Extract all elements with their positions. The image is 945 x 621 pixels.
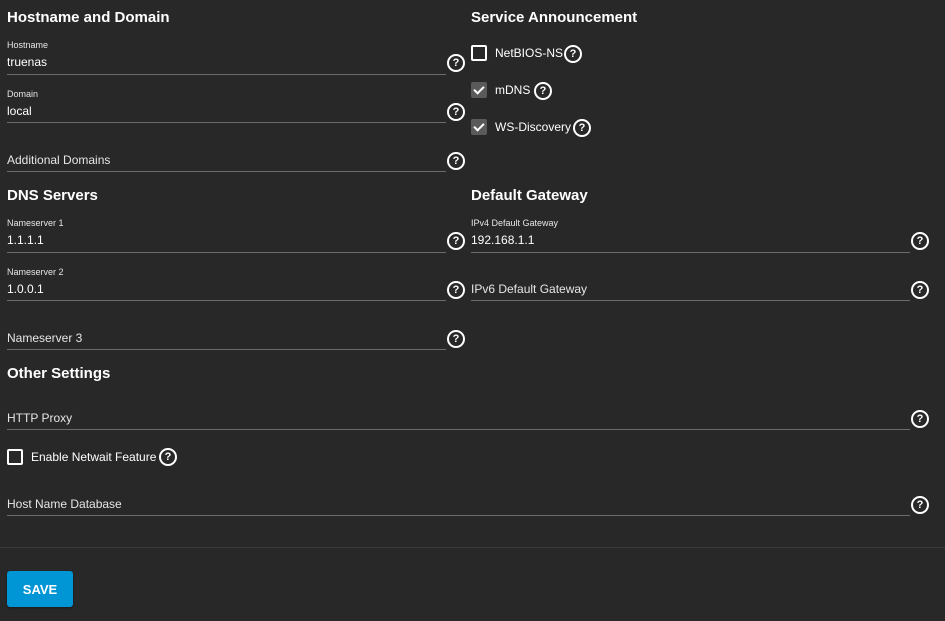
mdns-label[interactable]: mDNS (495, 83, 530, 97)
hostname-input[interactable]: truenas (7, 55, 47, 69)
hostname-underline (7, 74, 446, 75)
netbios-ns-checkbox[interactable] (471, 45, 487, 61)
ipv4-gateway-field[interactable]: IPv4 Default Gateway 192.168.1.1 (471, 216, 911, 254)
ipv6-gateway-field[interactable]: IPv6 Default Gateway (471, 279, 911, 303)
help-icon[interactable]: ? (911, 410, 929, 428)
netbios-ns-label[interactable]: NetBIOS-NS (495, 46, 563, 60)
section-title-hostname-domain: Hostname and Domain (7, 9, 170, 26)
nameserver-1-input[interactable]: 1.1.1.1 (7, 233, 44, 247)
http-proxy-input[interactable]: HTTP Proxy (7, 411, 72, 425)
additional-domains-input[interactable]: Additional Domains (7, 153, 110, 167)
http-proxy-underline (7, 429, 910, 430)
ws-discovery-label[interactable]: WS-Discovery (495, 120, 571, 134)
ipv4-gateway-underline (471, 252, 910, 253)
section-title-service-announcement: Service Announcement (471, 9, 638, 26)
help-icon[interactable]: ? (447, 281, 465, 299)
save-button[interactable]: SAVE (7, 571, 73, 607)
section-title-dns-servers: DNS Servers (7, 187, 98, 204)
hostname-label: Hostname (7, 40, 49, 50)
help-icon[interactable]: ? (447, 54, 465, 72)
nameserver-2-input[interactable]: 1.0.0.1 (7, 282, 44, 296)
section-title-other-settings: Other Settings (7, 365, 111, 382)
mdns-checkbox[interactable] (471, 82, 487, 98)
help-icon[interactable]: ? (911, 232, 929, 250)
host-name-database-underline (7, 515, 910, 516)
nameserver-3-underline (7, 349, 446, 350)
domain-label: Domain (7, 89, 39, 99)
nameserver-1-label: Nameserver 1 (7, 218, 64, 228)
nameserver-1-field[interactable]: Nameserver 1 1.1.1.1 (7, 216, 447, 254)
ipv6-gateway-input[interactable]: IPv6 Default Gateway (471, 282, 587, 296)
domain-input[interactable]: local (7, 104, 32, 118)
additional-domains-underline (7, 171, 446, 172)
domain-underline (7, 122, 446, 123)
host-name-database-field[interactable]: Host Name Database (7, 494, 911, 518)
ipv4-gateway-label: IPv4 Default Gateway (471, 218, 559, 228)
help-icon[interactable]: ? (534, 82, 552, 100)
domain-field[interactable]: Domain local (7, 87, 447, 125)
netwait-checkbox[interactable] (7, 449, 23, 465)
http-proxy-field[interactable]: HTTP Proxy (7, 408, 911, 432)
nameserver-3-field[interactable]: Nameserver 3 (7, 328, 447, 352)
nameserver-1-underline (7, 252, 446, 253)
help-icon[interactable]: ? (911, 496, 929, 514)
nameserver-2-label: Nameserver 2 (7, 267, 64, 277)
additional-domains-field[interactable]: Additional Domains (7, 150, 447, 174)
host-name-database-input[interactable]: Host Name Database (7, 497, 122, 511)
netwait-label[interactable]: Enable Netwait Feature (31, 450, 156, 464)
help-icon[interactable]: ? (447, 232, 465, 250)
ipv4-gateway-input[interactable]: 192.168.1.1 (471, 233, 534, 247)
nameserver-3-input[interactable]: Nameserver 3 (7, 331, 82, 345)
help-icon[interactable]: ? (447, 152, 465, 170)
ws-discovery-checkbox[interactable] (471, 119, 487, 135)
nameserver-2-field[interactable]: Nameserver 2 1.0.0.1 (7, 265, 447, 303)
ipv6-gateway-underline (471, 300, 910, 301)
help-icon[interactable]: ? (564, 45, 582, 63)
help-icon[interactable]: ? (159, 448, 177, 466)
section-title-default-gateway: Default Gateway (471, 187, 588, 204)
help-icon[interactable]: ? (911, 281, 929, 299)
nameserver-2-underline (7, 300, 446, 301)
hostname-field[interactable]: Hostname truenas (7, 38, 447, 76)
help-icon[interactable]: ? (447, 330, 465, 348)
footer-divider (0, 547, 945, 548)
help-icon[interactable]: ? (447, 103, 465, 121)
help-icon[interactable]: ? (573, 119, 591, 137)
